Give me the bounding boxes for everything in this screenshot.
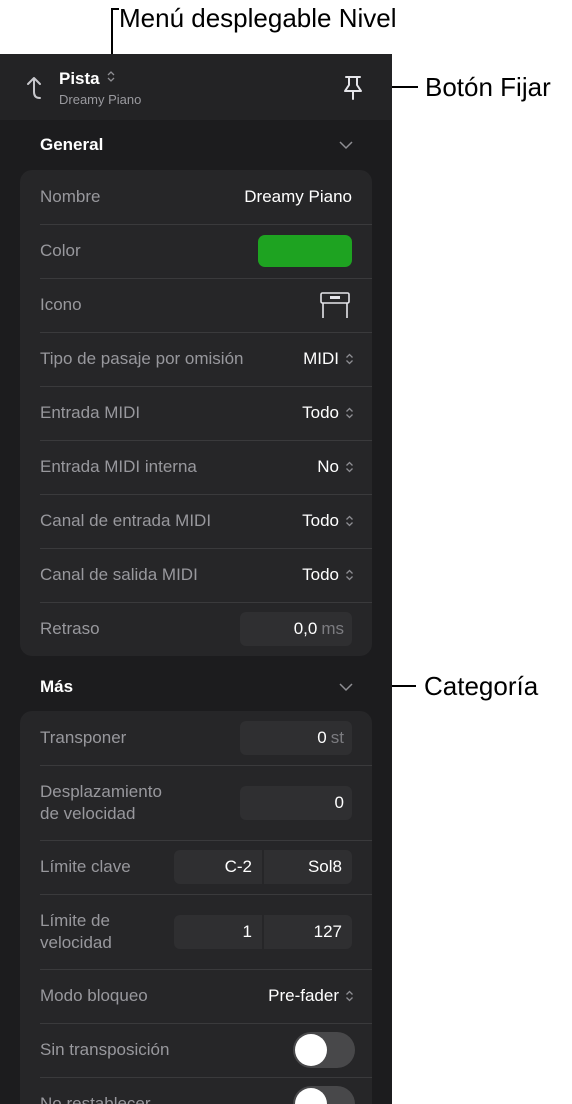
row-no-reset[interactable]: No restablecer [20, 1077, 372, 1104]
section-title: Más [40, 677, 74, 696]
track-name-value[interactable]: Dreamy Piano [244, 187, 352, 207]
midi-out-channel-popup[interactable]: Todo [302, 565, 354, 585]
section-more-header[interactable]: Más [0, 662, 392, 712]
row-label: Entrada MIDI [40, 403, 141, 422]
key-limit-high-field[interactable]: Sol8 [264, 850, 352, 884]
key-limit-fields: C-2 Sol8 [174, 850, 352, 884]
up-arrow-back-icon[interactable] [20, 74, 48, 102]
field-value: 0 [334, 792, 344, 812]
midi-in-internal-popup[interactable]: No [317, 457, 354, 477]
chevron-down-icon [339, 683, 353, 692]
field-unit: st [330, 728, 344, 747]
up-down-chevron-icon [346, 990, 353, 1002]
key-limit-low-field[interactable]: C-2 [174, 850, 262, 884]
inspector-header: Pista Dreamy Piano [0, 54, 392, 120]
row-label: No restablecer [40, 1094, 151, 1104]
row-label: Tipo de pasaje por omisión [40, 349, 244, 368]
popup-value: No [317, 457, 339, 476]
field-value: 0 [317, 728, 327, 747]
color-swatch[interactable] [258, 235, 352, 267]
row-label: Retraso [40, 619, 100, 638]
label-line: Límite de [40, 910, 110, 930]
row-no-transpose[interactable]: Sin transposición [20, 1023, 372, 1077]
label-line: velocidad [40, 932, 112, 952]
label-line: Desplazamiento [40, 781, 162, 801]
row-label: Sin transposición [40, 1040, 170, 1059]
toggle-knob [295, 1088, 327, 1104]
row-color[interactable]: Color [20, 224, 372, 278]
velocity-limit-low-field[interactable]: 1 [174, 914, 262, 949]
popup-value: Todo [302, 511, 339, 530]
row-label: Entrada MIDI interna [40, 457, 197, 476]
no-transpose-toggle[interactable] [293, 1032, 355, 1068]
row-midi-in-channel[interactable]: Canal de entrada MIDI Todo [20, 494, 372, 548]
row-label: Icono [40, 295, 82, 314]
row-label: Nombre [40, 187, 101, 206]
transpose-field[interactable]: 0st [240, 721, 352, 755]
midi-in-popup[interactable]: Todo [302, 403, 354, 423]
popup-value: Todo [302, 565, 339, 584]
popup-value: MIDI [303, 349, 339, 368]
chevron-down-icon [339, 141, 353, 150]
velocity-limit-high-field[interactable]: 127 [264, 914, 352, 949]
row-label: Canal de salida MIDI [40, 565, 198, 584]
field-value: 0,0 [293, 619, 318, 638]
default-region-popup[interactable]: MIDI [303, 349, 354, 369]
row-midi-in[interactable]: Entrada MIDI Todo [20, 386, 372, 440]
level-menu[interactable]: Pista Dreamy Piano [59, 69, 141, 107]
up-down-chevron-icon [346, 353, 353, 365]
row-name[interactable]: Nombre Dreamy Piano [20, 170, 372, 224]
page-subtitle: Dreamy Piano [59, 92, 142, 107]
level-menu-callout-tick [111, 8, 119, 10]
field-unit: ms [321, 619, 344, 638]
label-line: de velocidad [40, 803, 136, 823]
row-label: Límite clave [40, 857, 131, 876]
row-key-limit[interactable]: Límite clave C-2 Sol8 [20, 840, 372, 894]
row-icon[interactable]: Icono [20, 278, 372, 332]
row-default-region[interactable]: Tipo de pasaje por omisión MIDI [20, 332, 372, 386]
freeze-mode-popup[interactable]: Pre-fader [268, 986, 354, 1006]
pin-icon[interactable] [340, 73, 366, 101]
section-title: General [40, 135, 104, 154]
up-down-chevron-icon [346, 461, 353, 473]
velocity-limit-fields: 1 127 [174, 914, 352, 949]
pin-button-callout: Botón Fijar [425, 72, 551, 102]
keyboard-instrument-icon[interactable] [319, 290, 351, 320]
row-label: Desplazamiento de velocidad [40, 781, 162, 825]
category-callout: Categoría [424, 671, 539, 701]
velocity-offset-field[interactable]: 0 [240, 785, 352, 820]
row-midi-in-internal[interactable]: Entrada MIDI interna No [20, 440, 372, 494]
midi-in-channel-popup[interactable]: Todo [302, 511, 354, 531]
row-label: Límite de velocidad [40, 910, 112, 954]
toggle-knob [295, 1034, 327, 1066]
popup-value: Pre-fader [268, 986, 339, 1005]
up-down-chevron-icon [107, 71, 115, 82]
row-label: Color [40, 241, 81, 260]
row-label: Transponer [40, 728, 127, 747]
general-group: Nombre Dreamy Piano Color Icono Tipo de … [20, 170, 372, 656]
no-reset-toggle[interactable] [293, 1086, 355, 1104]
row-transpose[interactable]: Transponer 0st [20, 711, 372, 765]
row-velocity-limit[interactable]: Límite de velocidad 1 127 [20, 894, 372, 969]
row-midi-out-channel[interactable]: Canal de salida MIDI Todo [20, 548, 372, 602]
delay-field[interactable]: 0,0 ms [240, 612, 352, 646]
inspector-panel: Pista Dreamy Piano General Nombre Dreamy… [0, 54, 392, 1104]
row-label: Canal de entrada MIDI [40, 511, 212, 530]
up-down-chevron-icon [346, 515, 353, 527]
row-label: Modo bloqueo [40, 986, 148, 1005]
row-freeze-mode[interactable]: Modo bloqueo Pre-fader [20, 969, 372, 1023]
up-down-chevron-icon [346, 407, 353, 419]
row-velocity-offset[interactable]: Desplazamiento de velocidad 0 [20, 765, 372, 840]
section-general-header[interactable]: General [0, 120, 392, 170]
up-down-chevron-icon [346, 569, 353, 581]
more-group: Transponer 0st Desplazamiento de velocid… [20, 711, 372, 1104]
page-title: Pista [59, 69, 100, 88]
popup-value: Todo [302, 403, 339, 422]
level-menu-callout: Menú desplegable Nivel [119, 3, 397, 33]
row-delay[interactable]: Retraso 0,0 ms [20, 602, 372, 656]
